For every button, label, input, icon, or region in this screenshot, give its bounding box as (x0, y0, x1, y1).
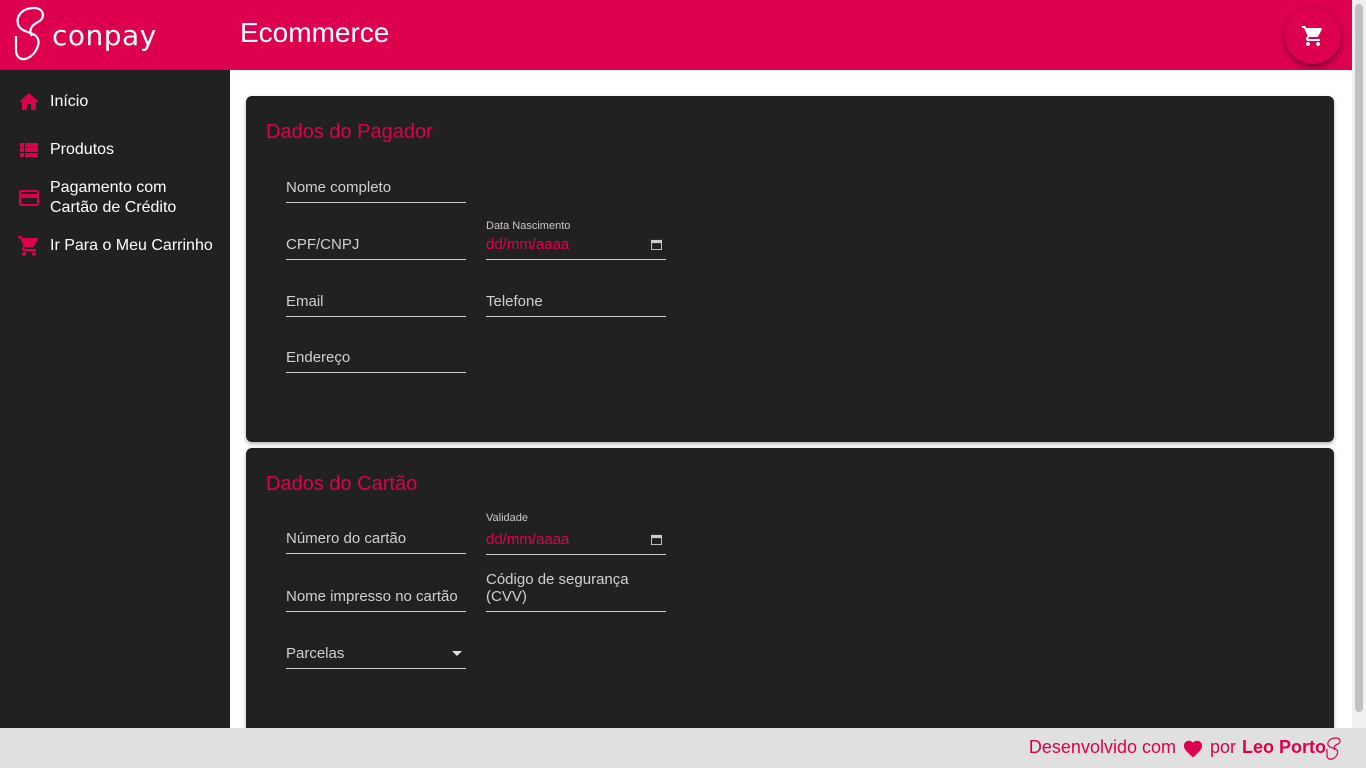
scrollbar[interactable] (1352, 0, 1366, 728)
email-label: Email (286, 293, 324, 310)
payer-card: Dados do Pagador Nome completo CPF/CNPJ … (246, 96, 1334, 442)
installments-select[interactable]: Parcelas (286, 635, 466, 669)
footer-by: por (1209, 737, 1236, 757)
chevron-down-icon (452, 651, 462, 656)
app-bar: conpay Ecommerce (0, 0, 1352, 70)
credit-card-icon (19, 190, 39, 206)
brand-name: conpay (52, 18, 157, 52)
full-name-label: Nome completo (286, 179, 392, 196)
heart-icon (1183, 740, 1203, 757)
conpay-logo-icon (1326, 737, 1341, 760)
footer-prefix: Desenvolvido com (1028, 737, 1176, 757)
installments-label: Parcelas (286, 645, 345, 662)
home-icon (19, 93, 39, 110)
cvv-field[interactable]: Código de segurança (CVV) (486, 571, 666, 612)
sidebar-item-pagamento[interactable]: Pagamento com Cartão de Crédito (0, 177, 230, 219)
validity-field[interactable]: Validade dd/mm/aaaa (486, 512, 666, 555)
sidebar-item-label-line2: Cartão de Crédito (50, 199, 177, 216)
full-name-field[interactable]: Nome completo (286, 169, 466, 203)
sidebar-item-produtos[interactable]: Produtos (0, 138, 230, 162)
phone-field[interactable]: Telefone (486, 283, 666, 317)
list-icon (20, 143, 38, 157)
shopping-cart-icon (18, 236, 39, 256)
sidebar-item-inicio[interactable]: Início (0, 90, 230, 114)
sidebar-item-carrinho[interactable]: Ir Para o Meu Carrinho (0, 234, 230, 258)
validity-label: Validade (486, 512, 528, 524)
calendar-icon[interactable] (651, 239, 662, 250)
address-field[interactable]: Endereço (286, 339, 466, 373)
card-data-title: Dados do Cartão (266, 473, 418, 495)
conpay-logo-icon (14, 6, 44, 61)
calendar-icon[interactable] (651, 534, 662, 545)
page-title: Ecommerce (240, 17, 390, 48)
sidebar-item-label: Ir Para o Meu Carrinho (50, 237, 213, 254)
sidebar-item-label-line1: Pagamento com (50, 179, 167, 196)
shopping-cart-icon (1302, 26, 1323, 46)
sidebar-item-label: Início (50, 93, 89, 110)
cvv-label: Código de segurança (CVV) (486, 571, 629, 605)
printed-name-field[interactable]: Nome impresso no cartão (286, 578, 466, 612)
card-number-field[interactable]: Número do cartão (286, 520, 466, 554)
scrollbar-thumb[interactable] (1355, 4, 1363, 712)
birth-date-placeholder: dd/mm/aaaa (486, 236, 570, 253)
main-content: Dados do Pagador Nome completo CPF/CNPJ … (230, 70, 1352, 728)
address-label: Endereço (286, 349, 351, 366)
credit-card-card: Dados do Cartão Número do cartão Validad… (246, 448, 1334, 728)
sidebar-item-label: Produtos (50, 141, 115, 158)
validity-placeholder: dd/mm/aaaa (486, 531, 570, 548)
cart-button[interactable] (1285, 8, 1341, 64)
sidebar: Início Produtos Pagamento com Cartão de … (0, 70, 230, 728)
conpay-logo[interactable]: conpay (14, 6, 174, 64)
printed-name-label: Nome impresso no cartão (286, 588, 458, 605)
cpf-cnpj-field[interactable]: CPF/CNPJ (286, 226, 466, 260)
email-field[interactable]: Email (286, 283, 466, 317)
birth-date-label: Data Nascimento (486, 220, 571, 232)
birth-date-field[interactable]: Data Nascimento dd/mm/aaaa (486, 220, 666, 260)
cpf-cnpj-label: CPF/CNPJ (286, 236, 360, 253)
footer: Desenvolvido com por Leo Porto (0, 728, 1366, 768)
payer-card-title: Dados do Pagador (266, 121, 433, 143)
footer-credit: Desenvolvido com por Leo Porto (1029, 737, 1326, 758)
phone-label: Telefone (486, 293, 543, 310)
footer-author[interactable]: Leo Porto (1242, 737, 1326, 758)
card-number-label: Número do cartão (286, 530, 407, 547)
